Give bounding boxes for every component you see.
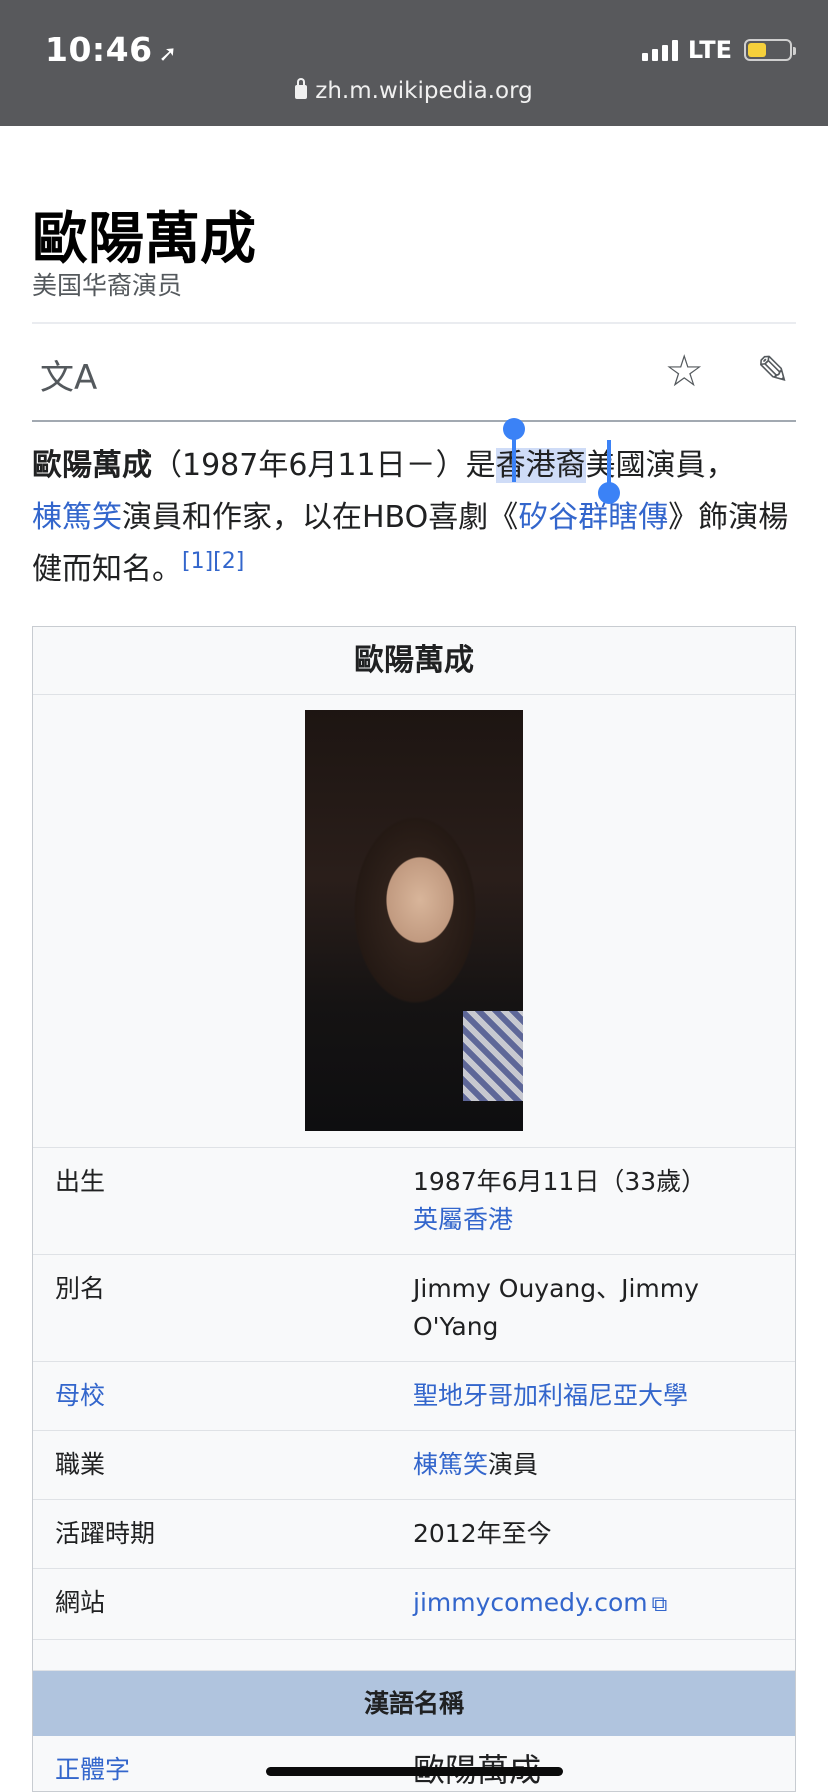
infobox-row-active-years: 活躍時期 2012年至今 [33, 1500, 795, 1569]
infobox: 歐陽萬成 出生 1987年6月11日（33歲） 英屬香港 別名 Jimmy Ou… [32, 626, 796, 1792]
location-arrow-icon: ➚ [158, 42, 178, 67]
battery-icon [744, 39, 796, 61]
infobox-row-occupation: 職業 棟篤笑演員 [33, 1431, 795, 1500]
url-bar[interactable]: zh.m.wikipedia.org [0, 78, 828, 104]
carrier-label: LTE [687, 36, 732, 64]
row-value: jimmycomedy.com ⧉ [413, 1569, 795, 1639]
lead-text: 演員和作家，以在HBO喜劇《 [122, 500, 519, 535]
home-indicator[interactable] [266, 1767, 563, 1776]
signal-bars-icon [641, 39, 678, 61]
lead-text: 是 [465, 448, 496, 483]
row-label: 職業 [55, 1450, 106, 1479]
selection-end-handle[interactable] [598, 482, 620, 504]
lead-paragraph: 歐陽萬成（1987年6月11日－）是香港裔美國演員， 棟篤笑演員和作家，以在HB… [32, 440, 800, 596]
row-label: 活躍時期 [55, 1519, 156, 1548]
infobox-row-born: 出生 1987年6月11日（33歲） 英屬香港 [33, 1148, 795, 1255]
divider [32, 322, 796, 324]
alma-mater-label-link[interactable]: 母校 [55, 1381, 105, 1410]
birth-date: 1987年6月11日（33歲） [413, 1167, 707, 1196]
lock-icon [295, 78, 308, 99]
page-title: 歐陽萬成 [32, 206, 256, 272]
infobox-row-traditional-name: 正體字 歐陽萬成 [33, 1736, 795, 1791]
occupation-text: 演員 [488, 1450, 539, 1479]
infobox-image-row [33, 695, 795, 1148]
row-label: 別名 [55, 1274, 106, 1303]
text-selection[interactable]: 香港裔 [495, 448, 586, 483]
selection-start-caret [512, 432, 516, 482]
row-value: 棟篤笑演員 [413, 1431, 795, 1499]
row-value: 歐陽萬成 [413, 1736, 795, 1791]
watch-star-icon[interactable]: ☆ [665, 346, 704, 397]
link-standup[interactable]: 棟篤笑 [32, 500, 122, 535]
subject-name: 歐陽萬成 [32, 448, 152, 483]
infobox-row-alias: 別名 Jimmy Ouyang、Jimmy O'Yang [33, 1255, 795, 1362]
browser-top-bar: 10:46 ➚ LTE zh.m.wikipedia.org [0, 0, 828, 126]
divider [32, 420, 796, 422]
standup-link[interactable]: 棟篤笑 [413, 1450, 488, 1479]
portrait-photo[interactable] [305, 710, 523, 1131]
row-label: 網站 [55, 1588, 106, 1617]
infobox-row-alma-mater: 母校 聖地牙哥加利福尼亞大學 [33, 1362, 795, 1431]
traditional-chinese-link[interactable]: 正體字 [55, 1755, 130, 1784]
status-indicators: LTE [641, 36, 796, 64]
page-actions: 文A ☆ ✎ [32, 346, 796, 399]
language-icon[interactable]: 文A [40, 350, 97, 399]
infobox-section-header: 漢語名稱 [33, 1670, 795, 1736]
page-subtitle: 美国华裔演员 [32, 271, 183, 300]
row-value: 聖地牙哥加利福尼亞大學 [413, 1362, 795, 1430]
row-label: 母校 [33, 1362, 413, 1430]
reference-links[interactable]: [1][2] [182, 549, 244, 574]
infobox-title: 歐陽萬成 [33, 627, 795, 695]
row-value: Jimmy Ouyang、Jimmy O'Yang [413, 1274, 699, 1341]
url-domain: zh.m.wikipedia.org [315, 78, 533, 104]
row-value: 1987年6月11日（33歲） 英屬香港 [413, 1148, 795, 1254]
infobox-row-website: 網站 jimmycomedy.com ⧉ [33, 1569, 795, 1640]
birthplace-link[interactable]: 英屬香港 [413, 1205, 513, 1234]
battery-fill [748, 43, 766, 57]
edit-pencil-icon[interactable]: ✎ [756, 348, 790, 394]
lead-dates: （1987年6月11日－） [152, 448, 466, 483]
link-silicon-valley[interactable]: 矽谷群瞎傳 [518, 500, 668, 535]
website-link[interactable]: jimmycomedy.com [413, 1588, 648, 1617]
external-link-icon: ⧉ [651, 1592, 668, 1617]
university-link[interactable]: 聖地牙哥加利福尼亞大學 [413, 1381, 688, 1410]
row-label: 正體字 [33, 1736, 413, 1791]
row-value: 2012年至今 [413, 1519, 552, 1548]
status-time: 10:46 ➚ [45, 30, 178, 69]
row-label: 出生 [55, 1167, 106, 1196]
